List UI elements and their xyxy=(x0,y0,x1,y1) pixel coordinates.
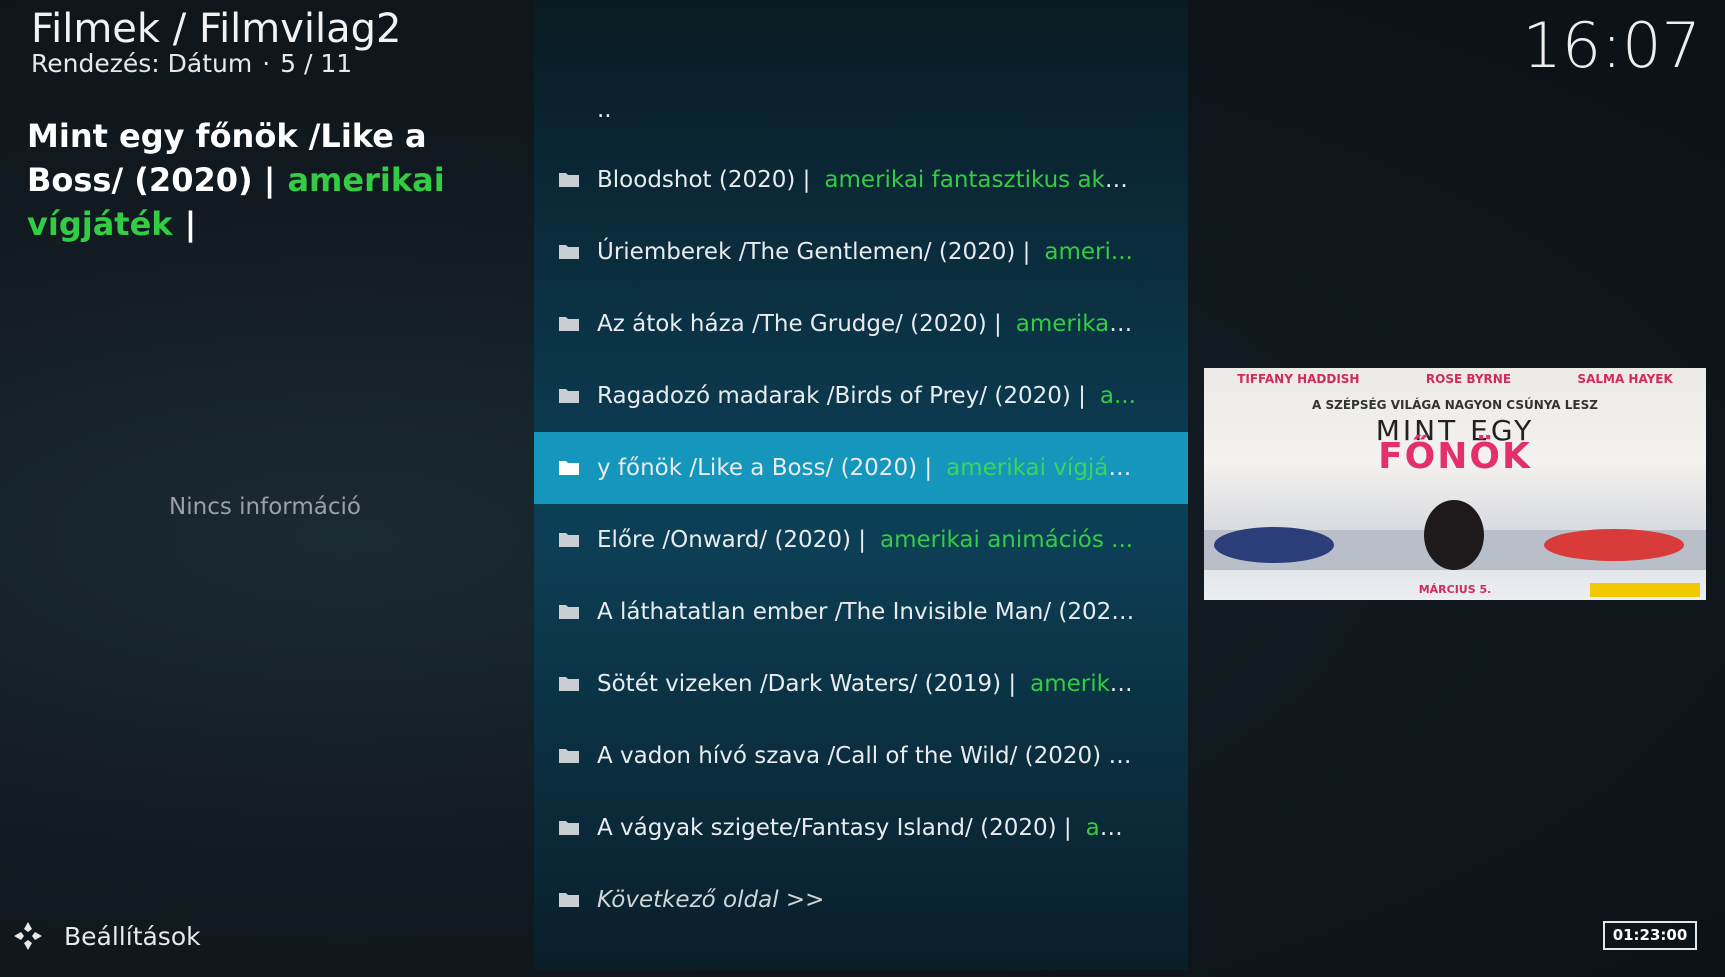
settings-icon xyxy=(14,922,42,950)
list-item-genre: a... xyxy=(1099,383,1136,409)
list-item-genre: amerikai fantasztikus akc... xyxy=(824,167,1137,193)
list-item-title: A láthatatlan ember /The Invisible Man/ … xyxy=(597,599,1134,625)
movie-poster: TIFFANY HADDISH ROSE BYRNE SALMA HAYEK A… xyxy=(1204,368,1706,600)
list-item[interactable]: Sötét vizeken /Dark Waters/ (2019) | amer… xyxy=(534,648,1188,720)
list-item-label: A vágyak szigete/Fantasy Island/ (2020) … xyxy=(597,792,1137,864)
clock: 16:07 xyxy=(1522,9,1701,82)
next-page-label: Következő oldal >> xyxy=(597,887,825,913)
selected-trailing: | xyxy=(184,205,197,243)
list-item[interactable]: A vágyak szigete/Fantasy Island/ (2020) … xyxy=(534,792,1188,864)
list-item-label: Sötét vizeken /Dark Waters/ (2019) | amer… xyxy=(597,648,1137,720)
file-list: .. Bloodshot (2020) | amerikai fantasztik… xyxy=(534,0,1188,970)
poster-title-line2: FŐNÖK xyxy=(1378,436,1532,477)
list-item[interactable]: Ragadozó madarak /Birds of Prey/ (2020) … xyxy=(534,360,1188,432)
settings-label: Beállítások xyxy=(64,921,201,951)
list-item-label: Úriemberek /The Gentlemen/ (2020) | ameri… xyxy=(597,216,1137,288)
folder-icon xyxy=(559,821,579,835)
list-item-parent[interactable]: .. xyxy=(534,74,1188,146)
no-info-text: Nincs információ xyxy=(169,494,361,520)
list-item-genre: amerikai... xyxy=(1015,311,1137,337)
list-item-title: y főnök /Like a Boss/ (2020) | xyxy=(597,455,933,481)
item-position: 5 / 11 xyxy=(280,49,353,78)
list-item-label: A láthatatlan ember /The Invisible Man/ … xyxy=(597,576,1137,648)
list-item-title: Az átok háza /The Grudge/ (2020) | xyxy=(597,311,1002,337)
folder-icon xyxy=(559,173,579,187)
folder-icon xyxy=(559,245,579,259)
list-item-genre: amerika... xyxy=(1030,671,1137,697)
folder-icon xyxy=(559,461,579,475)
list-item-label: A vadon hívó szava /Call of the Wild/ (2… xyxy=(597,720,1137,792)
list-item-title: Előre /Onward/ (2020) | xyxy=(597,527,866,553)
folder-icon xyxy=(559,893,579,907)
list-item[interactable]: A vadon hívó szava /Call of the Wild/ (2… xyxy=(534,720,1188,792)
next-page-item[interactable]: Következő oldal >> xyxy=(534,864,1188,936)
list-item[interactable]: Bloodshot (2020) | amerikai fantasztikus … xyxy=(534,144,1188,216)
sort-info: Rendezés: Dátum · 5 / 11 xyxy=(31,48,352,80)
folder-icon xyxy=(559,317,579,331)
list-item-genre: amerikai animációs ... xyxy=(880,527,1134,553)
poster-actors: TIFFANY HADDISH ROSE BYRNE SALMA HAYEK xyxy=(1204,372,1706,386)
poster-figures xyxy=(1204,500,1706,570)
list-item-title: A vadon hívó szava /Call of the Wild/ (2… xyxy=(597,743,1117,769)
list-item-title: Bloodshot (2020) | xyxy=(597,167,811,193)
list-item-genre: amerikai vígjáték xyxy=(946,455,1137,481)
list-item[interactable]: y főnök /Like a Boss/ (2020) | amerikai v… xyxy=(534,432,1188,504)
list-item-genre: am... xyxy=(1085,815,1137,841)
list-item-label: Az átok háza /The Grudge/ (2020) | amerik… xyxy=(597,288,1137,360)
list-item-label: y főnök /Like a Boss/ (2020) | amerikai v… xyxy=(597,432,1137,504)
list-item-label: Előre /Onward/ (2020) | amerikai animáció… xyxy=(597,504,1137,576)
list-item-label: Bloodshot (2020) | amerikai fantasztikus … xyxy=(597,144,1137,216)
list-item-title: Sötét vizeken /Dark Waters/ (2019) | xyxy=(597,671,1017,697)
kodi-screen: Filmek / Filmvilag2 Rendezés: Dátum · 5 / … xyxy=(0,0,1725,977)
settings-button[interactable]: Beállítások xyxy=(12,920,201,952)
sort-label[interactable]: Rendezés: Dátum xyxy=(31,49,252,78)
separator-dot: · xyxy=(262,49,271,78)
folder-icon xyxy=(559,749,579,763)
duration-badge: 01:23:00 xyxy=(1603,921,1697,950)
poster-actor: SALMA HAYEK xyxy=(1577,372,1673,386)
list-item[interactable]: Előre /Onward/ (2020) | amerikai animáció… xyxy=(534,504,1188,576)
folder-icon xyxy=(559,605,579,619)
list-item-title: Úriemberek /The Gentlemen/ (2020) | xyxy=(597,239,1031,265)
poster-actor: ROSE BYRNE xyxy=(1425,372,1512,386)
list-item[interactable]: Úriemberek /The Gentlemen/ (2020) | ameri… xyxy=(534,216,1188,288)
poster-actor: TIFFANY HADDISH xyxy=(1237,372,1360,386)
poster-rating-badge xyxy=(1590,583,1700,597)
page-title: Filmek / Filmvilag2 xyxy=(31,6,402,52)
folder-icon xyxy=(559,677,579,691)
folder-icon xyxy=(559,389,579,403)
list-item-genre: ameri... xyxy=(1044,239,1133,265)
list-item[interactable]: A láthatatlan ember /The Invisible Man/ … xyxy=(534,576,1188,648)
list-item-label: Ragadozó madarak /Birds of Prey/ (2020) … xyxy=(597,360,1137,432)
selected-item-title: Mint egy főnök /Like a Boss/ (2020) | ame… xyxy=(27,114,507,246)
list-item-title: A vágyak szigete/Fantasy Island/ (2020) … xyxy=(597,815,1072,841)
list-item[interactable]: Az átok háza /The Grudge/ (2020) | amerik… xyxy=(534,288,1188,360)
list-item-title: Ragadozó madarak /Birds of Prey/ (2020) … xyxy=(597,383,1086,409)
list-item-label: .. xyxy=(597,97,612,123)
folder-icon xyxy=(559,533,579,547)
poster-tagline: A SZÉPSÉG VILÁGA NAGYON CSÚNYA LESZ xyxy=(1312,398,1598,412)
